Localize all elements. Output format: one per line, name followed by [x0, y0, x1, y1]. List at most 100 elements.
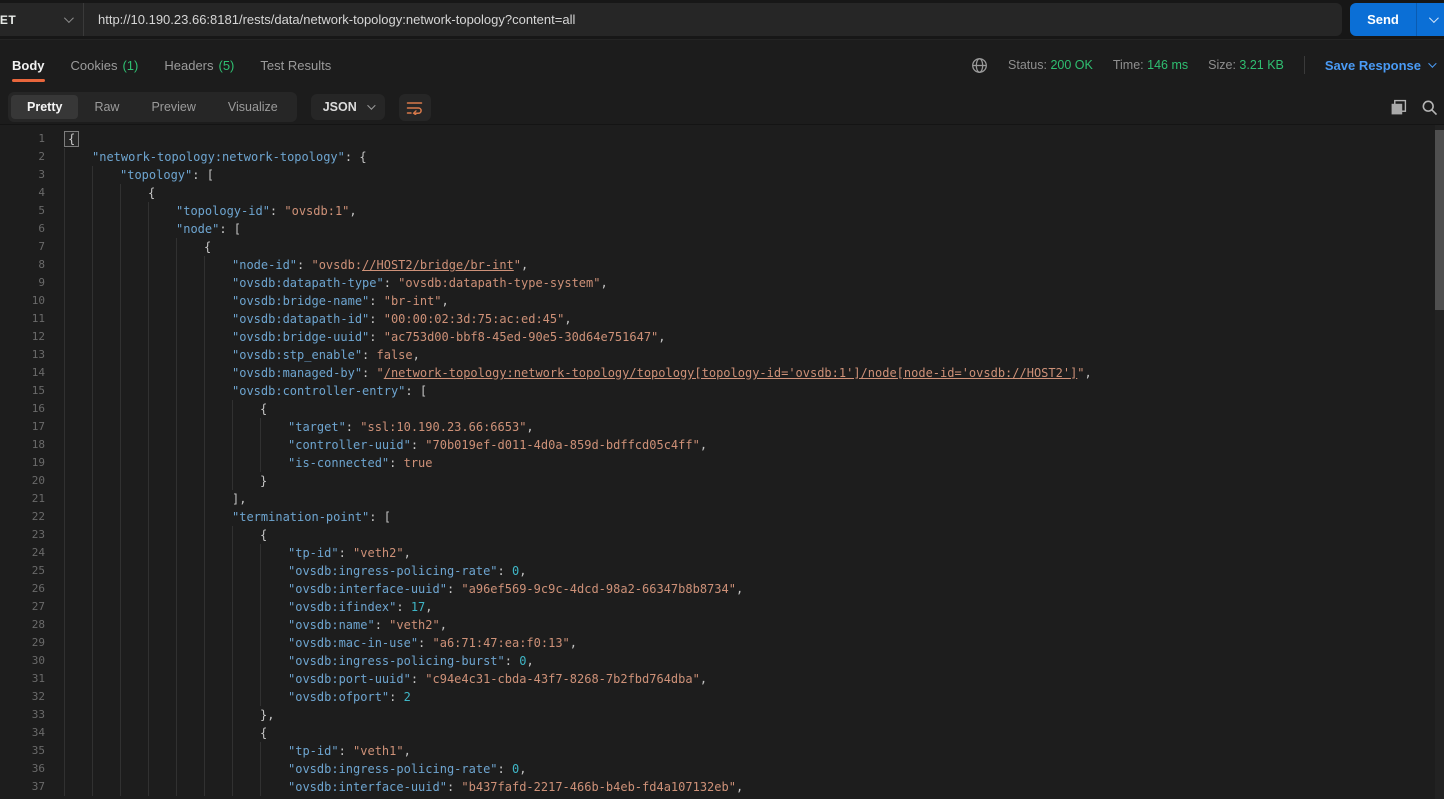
json-token: "is-connected": [288, 456, 389, 470]
scrollbar-thumb[interactable]: [1435, 130, 1444, 310]
json-token: "00:00:02:3d:75:ac:ed:45": [384, 312, 565, 326]
indent-guide: [204, 688, 232, 706]
indent-guide: [64, 472, 92, 490]
json-token: "a6:71:47:ea:f0:13": [433, 636, 570, 650]
indent-guide: [64, 760, 92, 778]
indent-guide: [64, 256, 92, 274]
indent-guide: [232, 580, 260, 598]
indent-guide: [204, 472, 232, 490]
json-token: :: [362, 348, 376, 362]
json-token: ,: [658, 330, 665, 344]
indent-guide: [204, 706, 232, 724]
indent-guide: [92, 220, 120, 238]
code-line: 12"ovsdb:bridge-uuid": "ac753d00-bbf8-45…: [0, 328, 1444, 346]
format-dropdown[interactable]: JSON: [311, 94, 385, 120]
view-tab-raw[interactable]: Raw: [78, 95, 135, 119]
indent-guide: [232, 544, 260, 562]
indent-guide: [204, 274, 232, 292]
line-number: 2: [0, 148, 45, 166]
indent-guide: [120, 742, 148, 760]
url-input[interactable]: http://10.190.23.66:8181/rests/data/netw…: [84, 3, 1342, 36]
json-token: :: [505, 654, 519, 668]
code-line: 36"ovsdb:ingress-policing-rate": 0,: [0, 760, 1444, 778]
indent-guide: [64, 490, 92, 508]
json-token: 17: [411, 600, 425, 614]
indent-guide: [260, 418, 288, 436]
indent-guide: [204, 436, 232, 454]
indent-guide: [204, 634, 232, 652]
indent-guide: [92, 382, 120, 400]
view-tab-pretty[interactable]: Pretty: [11, 95, 78, 119]
indent-guide: [64, 292, 92, 310]
network-globe-icon[interactable]: [971, 57, 988, 74]
json-token: "ovsdb:1": [284, 204, 349, 218]
json-token: :: [339, 546, 353, 560]
indent-guide: [260, 580, 288, 598]
response-tabs: Body Cookies (1) Headers (5) Test Result…: [12, 40, 331, 90]
indent-guide: [260, 544, 288, 562]
json-token: ,: [519, 564, 526, 578]
indent-guide: [176, 580, 204, 598]
view-tab-visualize[interactable]: Visualize: [212, 95, 294, 119]
indent-guide: [92, 472, 120, 490]
indent-guide: [148, 256, 176, 274]
json-link[interactable]: //HOST2/bridge/br-int: [362, 258, 514, 272]
json-token: ,: [570, 636, 577, 650]
tab-cookies[interactable]: Cookies (1): [71, 40, 139, 90]
copy-icon[interactable]: [1390, 99, 1407, 116]
indent-guide: [204, 256, 232, 274]
body-view-bar: Pretty Raw Preview Visualize JSON: [0, 90, 1444, 124]
indent-guide: [120, 382, 148, 400]
json-link[interactable]: /network-topology:network-topology/topol…: [384, 366, 1078, 380]
indent-guide: [120, 472, 148, 490]
json-token: "ovsdb:interface-uuid": [288, 582, 447, 596]
code-line: 25"ovsdb:ingress-policing-rate": 0,: [0, 562, 1444, 580]
code-text: "network-topology:network-topology": {: [64, 148, 1444, 166]
code-line: 2 "network-topology:network-topology": {: [0, 148, 1444, 166]
indent-guide: [176, 490, 204, 508]
code-text: "ovsdb:controller-entry": [: [64, 382, 1444, 400]
indent-guide: [148, 310, 176, 328]
tab-body[interactable]: Body: [12, 40, 45, 90]
json-token: :: [369, 294, 383, 308]
indent-guide: [176, 346, 204, 364]
json-token: :: [375, 618, 389, 632]
code-text: {: [64, 238, 1444, 256]
line-number: 36: [0, 760, 45, 778]
indent-guide: [232, 472, 260, 490]
send-button[interactable]: Send: [1350, 3, 1416, 36]
search-icon[interactable]: [1421, 99, 1438, 116]
save-response-button[interactable]: Save Response: [1325, 58, 1434, 73]
indent-guide: [176, 742, 204, 760]
indent-guide: [92, 436, 120, 454]
wrap-toggle-button[interactable]: [399, 94, 431, 121]
method-selector[interactable]: GET: [0, 3, 84, 36]
indent-guide: [64, 148, 92, 166]
json-token: ,: [349, 204, 356, 218]
scrollbar-track[interactable]: [1435, 125, 1444, 799]
indent-guide: [64, 544, 92, 562]
json-token: "target": [288, 420, 346, 434]
indent-guide: [120, 490, 148, 508]
indent-guide: [92, 688, 120, 706]
send-options-button[interactable]: [1416, 3, 1444, 36]
json-token: true: [404, 456, 433, 470]
json-token: ,: [404, 744, 411, 758]
tab-headers[interactable]: Headers (5): [164, 40, 234, 90]
code-text: "ovsdb:managed-by": "/network-topology:n…: [64, 364, 1444, 382]
indent-guide: [64, 436, 92, 454]
tab-test-results[interactable]: Test Results: [260, 40, 331, 90]
json-token: "ovsdb:: [311, 258, 362, 272]
view-tab-preview[interactable]: Preview: [135, 95, 211, 119]
code-text: "node": [: [64, 220, 1444, 238]
json-token: "topology-id": [176, 204, 270, 218]
json-token: "topology": [120, 168, 192, 182]
indent-guide: [176, 544, 204, 562]
indent-guide: [120, 652, 148, 670]
line-number: 34: [0, 724, 45, 742]
tab-test-results-label: Test Results: [260, 58, 331, 73]
indent-guide: [232, 688, 260, 706]
indent-guide: [204, 526, 232, 544]
indent-guide: [176, 652, 204, 670]
indent-guide: [176, 616, 204, 634]
